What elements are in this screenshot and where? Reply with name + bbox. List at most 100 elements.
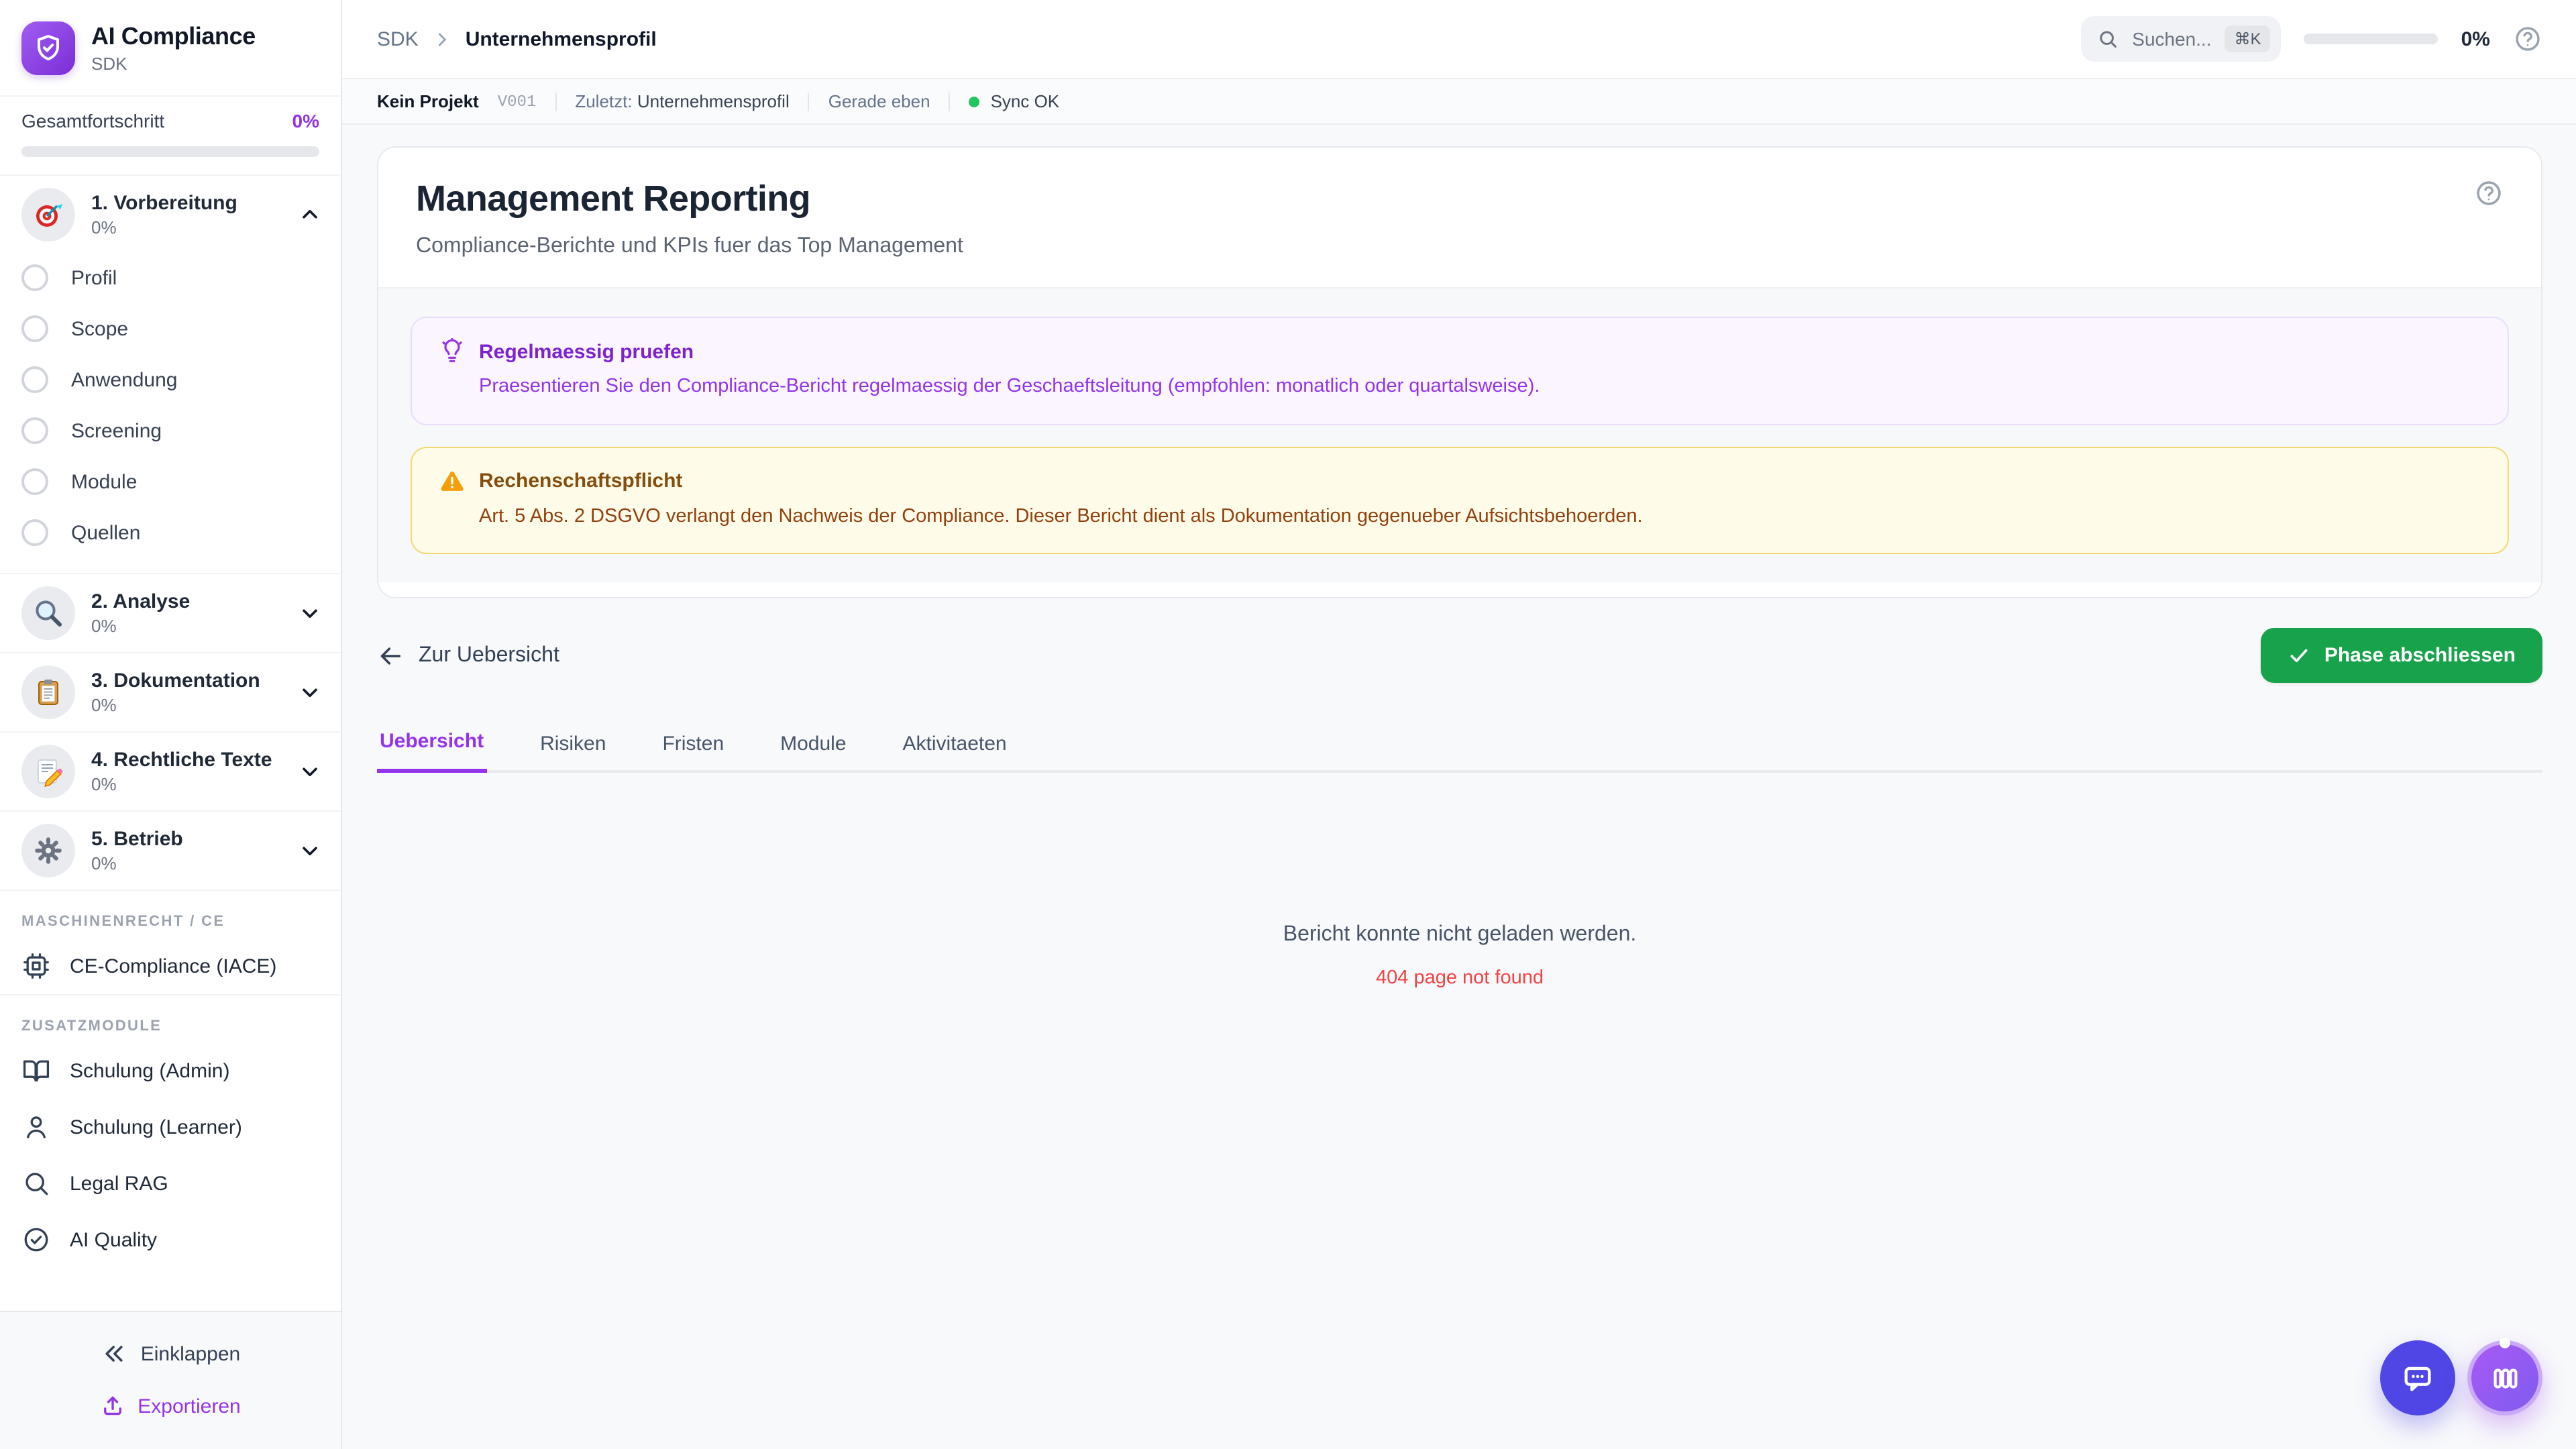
status-bar: Kein Projekt V001 Zuletzt: Unternehmensp… xyxy=(342,79,2576,125)
chevron-down-icon xyxy=(298,759,322,784)
page-subtitle: Compliance-Berichte und KPIs fuer das To… xyxy=(416,235,963,258)
search-input[interactable]: Suchen... ⌘K xyxy=(2081,16,2282,62)
magnifier-icon xyxy=(21,586,75,640)
sidebar-step-scope[interactable]: Scope xyxy=(21,303,322,354)
sync-ok-dot xyxy=(969,96,980,107)
phase-label: 5. Betrieb xyxy=(91,828,183,851)
page-content: Management Reporting Compliance-Berichte… xyxy=(342,125,2576,1449)
sidebar-item-label: Schulung (Admin) xyxy=(70,1059,230,1082)
divider xyxy=(949,92,951,111)
last-value: Unternehmensprofil xyxy=(637,91,790,111)
columns-icon xyxy=(2488,1361,2522,1395)
last-label: Zuletzt: xyxy=(575,91,633,111)
phase-label: 4. Rechtliche Texte xyxy=(91,749,272,771)
phase-rechtliche-texte: 4. Rechtliche Texte 0% xyxy=(0,731,341,810)
chevron-right-icon xyxy=(432,29,452,49)
walkthrough-fab-button[interactable] xyxy=(2467,1338,2542,1415)
collapse-sidebar-button[interactable]: Einklappen xyxy=(87,1330,254,1378)
step-circle-icon xyxy=(21,519,48,546)
sidebar-step-quellen[interactable]: Quellen xyxy=(21,507,322,558)
phase-betrieb-header[interactable]: 5. Betrieb 0% xyxy=(21,824,322,877)
search-icon xyxy=(21,1169,51,1198)
sidebar-item-label: Schulung (Learner) xyxy=(70,1116,242,1138)
phase-percent: 0% xyxy=(91,217,117,237)
phase-rechtliche-texte-header[interactable]: 4. Rechtliche Texte 0% xyxy=(21,745,322,798)
header-progress-value: 0% xyxy=(2461,28,2490,50)
card-help-icon[interactable] xyxy=(2474,178,2504,208)
overall-progress-value: 0% xyxy=(292,110,319,131)
sidebar-step-profil[interactable]: Profil xyxy=(21,252,322,303)
breadcrumb-current: Unternehmensprofil xyxy=(465,28,657,50)
sidebar-item-ce-compliance[interactable]: CE-Compliance (IACE) xyxy=(0,938,341,994)
sidebar-footer: Einklappen Exportieren xyxy=(0,1311,341,1449)
search-icon xyxy=(2097,28,2118,50)
phase-analyse: 2. Analyse 0% xyxy=(0,573,341,652)
app-title: AI Compliance xyxy=(91,23,256,50)
warning-title: Rechenschaftspflicht xyxy=(479,470,683,493)
memo-icon xyxy=(21,745,75,798)
back-to-overview-link[interactable]: Zur Uebersicht xyxy=(377,637,559,674)
phase-percent: 0% xyxy=(91,695,117,715)
phase-percent: 0% xyxy=(91,774,117,794)
divider xyxy=(555,92,557,111)
chat-fab-button[interactable] xyxy=(2380,1340,2455,1415)
empty-state-message: Bericht konnte nicht geladen werden. xyxy=(1283,923,1637,947)
section-header-zusatzmodule: ZUSATZMODULE xyxy=(0,994,341,1042)
shield-check-icon xyxy=(32,32,64,64)
empty-state-error: 404 page not found xyxy=(1376,967,1544,989)
arrow-left-icon xyxy=(377,642,404,669)
sidebar-item-ai-quality[interactable]: AI Quality xyxy=(0,1212,341,1268)
breadcrumb: SDK Unternehmensprofil xyxy=(377,28,657,50)
lightbulb-icon xyxy=(439,338,466,365)
tab-aktivitaeten[interactable]: Aktivitaeten xyxy=(900,716,1010,773)
app-root: AI Compliance SDK Gesamtfortschritt 0% 1… xyxy=(0,0,2576,1449)
page-title: Management Reporting xyxy=(416,178,811,219)
tab-module[interactable]: Module xyxy=(777,716,849,773)
help-icon[interactable] xyxy=(2513,24,2542,54)
phase-label: 1. Vorbereitung xyxy=(91,192,237,215)
last-sync-time: Gerade eben xyxy=(828,91,930,111)
chip-icon xyxy=(21,951,51,981)
step-circle-icon xyxy=(21,315,48,342)
phase-label: 3. Dokumentation xyxy=(91,669,260,692)
tab-fristen[interactable]: Fristen xyxy=(659,716,727,773)
search-placeholder: Suchen... xyxy=(2132,28,2212,50)
overall-progress: Gesamtfortschritt 0% xyxy=(0,95,341,174)
tab-risiken[interactable]: Risiken xyxy=(537,716,608,773)
search-shortcut-badge: ⌘K xyxy=(2224,25,2271,52)
top-header: SDK Unternehmensprofil Suchen... ⌘K 0% xyxy=(342,0,2576,79)
complete-phase-button[interactable]: Phase abschliessen xyxy=(2261,628,2542,684)
app-subtitle: SDK xyxy=(91,54,127,74)
sidebar-step-anwendung[interactable]: Anwendung xyxy=(21,354,322,405)
phase-dokumentation-header[interactable]: 3. Dokumentation 0% xyxy=(21,665,322,719)
sidebar-item-schulung-admin[interactable]: Schulung (Admin) xyxy=(0,1042,341,1099)
phase-vorbereitung-header[interactable]: 1. Vorbereitung 0% xyxy=(21,188,322,241)
sidebar-step-module[interactable]: Module xyxy=(21,456,322,507)
tab-uebersicht[interactable]: Uebersicht xyxy=(377,716,487,773)
check-circle-icon xyxy=(21,1225,51,1254)
empty-state: Bericht konnte nicht geladen werden. 404… xyxy=(377,923,2542,989)
step-circle-icon xyxy=(21,264,48,291)
phase-vorbereitung: 1. Vorbereitung 0% Profil Scope Anwendun… xyxy=(0,174,341,573)
export-button[interactable]: Exportieren xyxy=(87,1383,254,1429)
tip-callout: Regelmaessig pruefen Praesentieren Sie d… xyxy=(411,317,2509,425)
step-circle-icon xyxy=(21,417,48,444)
sidebar-item-schulung-learner[interactable]: Schulung (Learner) xyxy=(0,1099,341,1155)
app-logo-row: AI Compliance SDK xyxy=(0,0,341,95)
chevron-up-icon xyxy=(298,203,322,227)
sidebar: AI Compliance SDK Gesamtfortschritt 0% 1… xyxy=(0,0,342,1449)
report-card: Management Reporting Compliance-Berichte… xyxy=(377,146,2542,599)
breadcrumb-root[interactable]: SDK xyxy=(377,28,419,50)
sidebar-item-legal-rag[interactable]: Legal RAG xyxy=(0,1155,341,1212)
sidebar-step-screening[interactable]: Screening xyxy=(21,405,322,456)
phase-label: 2. Analyse xyxy=(91,590,191,613)
sidebar-nav: 1. Vorbereitung 0% Profil Scope Anwendun… xyxy=(0,174,341,1311)
version-badge: V001 xyxy=(497,92,537,111)
book-open-icon xyxy=(21,1056,51,1085)
header-progress-bar xyxy=(2304,34,2438,44)
sidebar-item-label: CE-Compliance (IACE) xyxy=(70,955,277,977)
tip-title: Regelmaessig pruefen xyxy=(479,340,694,363)
phase-analyse-header[interactable]: 2. Analyse 0% xyxy=(21,586,322,640)
phase-vorbereitung-steps: Profil Scope Anwendung Screening Module … xyxy=(21,241,322,561)
notification-dot xyxy=(2500,1338,2510,1348)
